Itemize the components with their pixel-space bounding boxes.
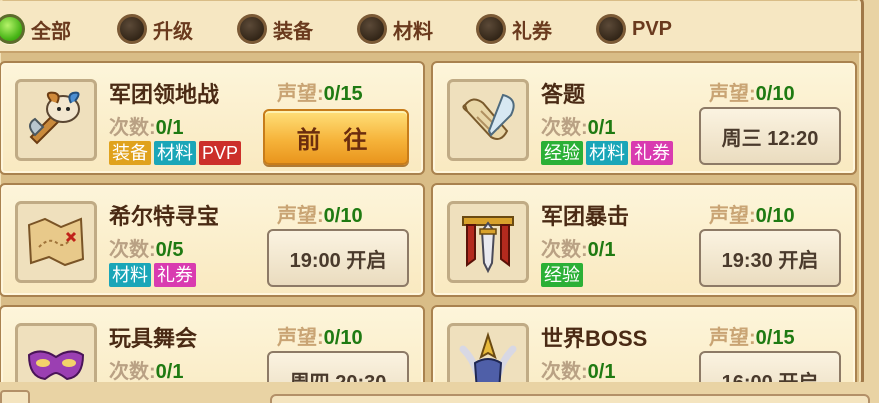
reward-tags: 经验 [541, 263, 583, 287]
reputation-value: 0/10 [323, 327, 363, 349]
count-label: 次数: [541, 361, 588, 383]
radio-icon [596, 14, 626, 44]
tag-coupons: 礼券 [154, 263, 196, 287]
filter-bar: 全部 升级 装备 材料 礼券 PVP [0, 1, 861, 53]
tag-pvp: PVP [199, 141, 242, 165]
reputation: 声望:0/15 [277, 77, 363, 106]
reputation-value: 0/15 [323, 83, 363, 105]
filter-label: 材料 [393, 20, 433, 43]
radio-selected-icon [0, 14, 25, 44]
filter-pvp[interactable]: PVP [596, 13, 672, 45]
reputation: 声望:0/10 [709, 199, 795, 228]
attempt-count: 次数:0/1 [541, 233, 615, 262]
count-label: 次数: [109, 239, 156, 261]
reputation-label: 声望: [709, 327, 756, 349]
count-label: 次数: [109, 117, 156, 139]
attempt-count: 次数:0/1 [541, 355, 615, 384]
activity-card-world-boss[interactable]: 世界BOSS 次数:0/1 声望:0/15 16:00 开启 [431, 305, 857, 387]
reputation-label: 声望: [709, 205, 756, 227]
attempt-count: 次数:0/5 [109, 233, 183, 262]
bottom-panel-right [270, 394, 870, 403]
activity-card-toy-ball[interactable]: 玩具舞会 次数:0/1 声望:0/10 周四 20:30 [0, 305, 425, 387]
attempt-count: 次数:0/1 [541, 111, 615, 140]
schedule-button[interactable]: 19:00 开启 [267, 229, 409, 287]
tag-experience: 经验 [541, 141, 583, 165]
card-title: 世界BOSS [541, 326, 648, 351]
card-title: 希尔特寻宝 [109, 204, 220, 229]
go-button[interactable]: 前 往 [263, 109, 409, 165]
radio-icon [476, 14, 506, 44]
filter-label: PVP [632, 17, 673, 40]
reputation: 声望:0/10 [277, 199, 363, 228]
reputation-label: 声望: [709, 83, 756, 105]
filter-equipment[interactable]: 装备 [237, 13, 313, 45]
reputation-label: 声望: [277, 205, 324, 227]
count-value: 0/1 [587, 361, 616, 383]
treasure-map-icon [15, 201, 97, 283]
tag-materials: 材料 [154, 141, 196, 165]
reputation-label: 声望: [277, 83, 324, 105]
tag-equipment: 装备 [109, 141, 151, 165]
count-value: 0/5 [155, 239, 184, 261]
card-title: 玩具舞会 [109, 326, 198, 351]
count-value: 0/1 [155, 117, 184, 139]
masquerade-mask-icon [15, 323, 97, 387]
filter-all[interactable]: 全部 [0, 13, 71, 45]
filter-label: 升级 [153, 20, 193, 43]
reward-tags: 经验 材料 礼券 [541, 141, 673, 165]
reputation: 声望:0/10 [709, 77, 795, 106]
schedule-button[interactable]: 19:30 开启 [699, 229, 841, 287]
activity-panel: 全部 升级 装备 材料 礼券 PVP 军团领地战 次数:0/1 声望:0/15 … [0, 0, 864, 390]
tag-materials: 材料 [109, 263, 151, 287]
filter-label: 全部 [31, 20, 71, 43]
radio-icon [357, 14, 387, 44]
schedule-button[interactable]: 周三 12:20 [699, 107, 841, 165]
attempt-count: 次数:0/1 [109, 355, 183, 384]
card-title: 军团暴击 [541, 204, 630, 229]
activity-card-quiz[interactable]: 答题 次数:0/1 声望:0/10 经验 材料 礼券 周三 12:20 [431, 61, 857, 175]
card-title: 军团领地战 [109, 82, 220, 107]
count-value: 0/1 [587, 117, 616, 139]
count-value: 0/1 [587, 239, 616, 261]
scroll-quill-icon [447, 79, 529, 161]
filter-upgrade[interactable]: 升级 [117, 13, 193, 45]
ram-axe-icon [15, 79, 97, 161]
reward-tags: 装备 材料 PVP [109, 141, 242, 165]
attempt-count: 次数:0/1 [109, 111, 183, 140]
reputation: 声望:0/15 [709, 321, 795, 350]
reward-tags: 材料 礼券 [109, 263, 196, 287]
filter-label: 装备 [273, 20, 313, 43]
tag-materials: 材料 [586, 141, 628, 165]
horned-boss-icon [447, 323, 529, 387]
reputation-value: 0/10 [323, 205, 363, 227]
filter-materials[interactable]: 材料 [357, 13, 433, 45]
card-title: 答题 [541, 82, 586, 107]
tag-coupons: 礼券 [631, 141, 673, 165]
radio-icon [237, 14, 267, 44]
count-label: 次数: [541, 117, 588, 139]
activity-card-legion-strike[interactable]: 军团暴击 次数:0/1 声望:0/10 经验 19:30 开启 [431, 183, 857, 297]
count-label: 次数: [541, 239, 588, 261]
filter-label: 礼券 [512, 20, 552, 43]
reputation-value: 0/15 [755, 327, 795, 349]
reputation: 声望:0/10 [277, 321, 363, 350]
reputation-value: 0/10 [755, 83, 795, 105]
activity-card-treasure-hunt[interactable]: 希尔特寻宝 次数:0/5 声望:0/10 材料 礼券 19:00 开启 [0, 183, 425, 297]
bottom-panel-left [0, 390, 30, 403]
count-label: 次数: [109, 361, 156, 383]
radio-icon [117, 14, 147, 44]
filter-coupons[interactable]: 礼券 [476, 13, 552, 45]
legion-banner-icon [447, 201, 529, 283]
tag-experience: 经验 [541, 263, 583, 287]
count-value: 0/1 [155, 361, 184, 383]
reputation-value: 0/10 [755, 205, 795, 227]
activity-card-legion-war[interactable]: 军团领地战 次数:0/1 声望:0/15 装备 材料 PVP 前 往 [0, 61, 425, 175]
reputation-label: 声望: [277, 327, 324, 349]
